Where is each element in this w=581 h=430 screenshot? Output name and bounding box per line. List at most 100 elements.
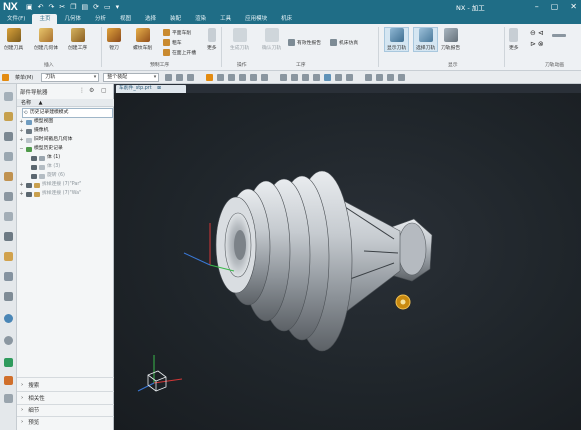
- minimize-icon[interactable]: –: [535, 2, 539, 11]
- tree-row[interactable]: − 模型历史记录: [19, 145, 62, 153]
- scope-select[interactable]: 整个装配: [103, 72, 160, 82]
- search-panel-header[interactable]: › 搜索: [21, 381, 39, 389]
- navigator-maximize-icon[interactable]: ▢: [101, 87, 107, 94]
- visibility-check-icon[interactable]: [31, 155, 37, 161]
- more-prefab-button[interactable]: 更多: [207, 28, 217, 51]
- document-tab[interactable]: 车削件_stp.prt ⊠: [116, 85, 186, 93]
- details-panel-header[interactable]: › 细节: [21, 406, 39, 414]
- tab-applications[interactable]: 应用模块: [238, 14, 274, 24]
- settings-icon[interactable]: [398, 73, 406, 81]
- wcs-icon[interactable]: [365, 73, 373, 81]
- validity-report-button[interactable]: 有效性报告: [288, 39, 321, 46]
- toolpath-report-button[interactable]: 刀轨报告: [441, 28, 460, 51]
- mid-point-icon[interactable]: [228, 73, 236, 81]
- pan-icon[interactable]: [313, 73, 321, 81]
- menu-button[interactable]: 菜单(M): [11, 74, 37, 81]
- navigator-column-header[interactable]: 名称 ▲: [17, 99, 114, 107]
- redo-icon[interactable]: ↷: [49, 3, 55, 11]
- tab-select[interactable]: 选择: [138, 14, 163, 24]
- tab-file[interactable]: 文件(F): [0, 14, 32, 24]
- view-fit-icon[interactable]: [280, 73, 288, 81]
- deselect-icon[interactable]: [187, 73, 195, 81]
- copy-icon[interactable]: ❐: [70, 3, 76, 11]
- select-all-icon[interactable]: [176, 73, 184, 81]
- navigator-menu-icon[interactable]: ⋮: [79, 87, 85, 94]
- generate-toolpath-button[interactable]: 生成刀轨: [230, 28, 249, 51]
- boring-button[interactable]: 镗刀: [107, 28, 121, 51]
- dependencies-panel-header[interactable]: › 相关性: [21, 394, 45, 402]
- operation-navigator-icon[interactable]: [4, 152, 13, 161]
- show-toolpath-button[interactable]: 显示刀轨: [384, 27, 410, 52]
- web-browser-icon[interactable]: [4, 252, 13, 261]
- system-materials-icon[interactable]: [4, 376, 13, 385]
- visibility-check-icon[interactable]: [31, 173, 37, 179]
- tree-row[interactable]: + 拆样连接 (7)"Par": [19, 181, 81, 189]
- dropdown-icon[interactable]: ▾: [116, 3, 120, 11]
- orient-view-icon[interactable]: [335, 73, 343, 81]
- window-switch-icon[interactable]: ▭: [104, 3, 111, 11]
- paste-icon[interactable]: ▤: [82, 3, 89, 11]
- process-studio-icon[interactable]: [4, 292, 13, 301]
- verify-toolpath-button[interactable]: 确认刀轨: [262, 28, 281, 51]
- palette-icon[interactable]: [4, 394, 13, 403]
- machining-feature-navigator-icon[interactable]: [4, 192, 13, 201]
- globe-icon[interactable]: [4, 314, 13, 323]
- tree-row[interactable]: + 摄像机: [19, 127, 48, 135]
- create-tool-button[interactable]: 创建刀具: [4, 28, 23, 51]
- rotate-icon[interactable]: [302, 73, 310, 81]
- center-point-icon[interactable]: [239, 73, 247, 81]
- mcs-marker[interactable]: [395, 294, 411, 310]
- reuse-library-icon[interactable]: [4, 212, 13, 221]
- history-icon[interactable]: [4, 272, 13, 281]
- shaded-view-icon[interactable]: [324, 73, 332, 81]
- tab-view[interactable]: 视图: [113, 14, 138, 24]
- tab-analysis[interactable]: 分析: [88, 14, 113, 24]
- tree-row[interactable]: 体 (3): [31, 163, 60, 171]
- thread-turning-button[interactable]: 螺纹车削: [133, 28, 152, 51]
- clock-icon[interactable]: [4, 336, 13, 345]
- repeat-command-icon[interactable]: ⟳: [93, 3, 99, 11]
- preview-panel-header[interactable]: › 预览: [21, 418, 39, 426]
- face-groove-button[interactable]: 在面上开槽: [163, 49, 196, 56]
- close-icon[interactable]: ✕: [570, 2, 577, 11]
- assembly-navigator-icon[interactable]: [4, 112, 13, 121]
- save-icon[interactable]: ▣: [26, 3, 33, 11]
- more-display-button[interactable]: 更多: [509, 28, 519, 51]
- visibility-check-icon[interactable]: [26, 182, 32, 188]
- maximize-icon[interactable]: ▢: [551, 2, 559, 11]
- rough-turning-button[interactable]: 粗车: [163, 39, 182, 46]
- machine-simulation-button[interactable]: 机床仿真: [330, 39, 358, 46]
- select-toolpath-button[interactable]: 选择刀轨: [413, 27, 439, 52]
- tree-row[interactable]: 旋转 (6): [31, 172, 65, 180]
- end-point-icon[interactable]: [217, 73, 225, 81]
- measure-icon[interactable]: [376, 73, 384, 81]
- tab-assembly[interactable]: 装配: [163, 14, 188, 24]
- type-filter-select[interactable]: 刀轨: [41, 72, 100, 82]
- tab-tools[interactable]: 工具: [213, 14, 238, 24]
- constraint-navigator-icon[interactable]: [4, 132, 13, 141]
- history-mode-row[interactable]: ⟲ 历史记录建模模式: [22, 108, 113, 118]
- intersection-icon[interactable]: [261, 73, 269, 81]
- filter-icon[interactable]: [165, 73, 173, 81]
- part-navigator-icon[interactable]: [4, 92, 13, 101]
- graphics-viewport[interactable]: [114, 93, 581, 430]
- face-turning-button[interactable]: 平面车削: [163, 29, 191, 36]
- undo-icon[interactable]: ↶: [38, 3, 44, 11]
- speed-slider[interactable]: [552, 34, 566, 37]
- tree-row[interactable]: + 旧时间戳后几何体: [19, 136, 72, 144]
- layer-icon[interactable]: [346, 73, 354, 81]
- tab-geometry[interactable]: 几何体: [57, 14, 88, 24]
- tab-machine[interactable]: 机床: [274, 14, 299, 24]
- tree-row[interactable]: + 模型视图: [19, 118, 53, 126]
- tree-row[interactable]: + 拆样连接 (7)"Wa": [19, 190, 81, 198]
- machine-tool-navigator-icon[interactable]: [4, 172, 13, 181]
- snap-point-icon[interactable]: [206, 73, 214, 81]
- zoom-icon[interactable]: [291, 73, 299, 81]
- hd3d-tools-icon[interactable]: [4, 232, 13, 241]
- anim-next-button[interactable]: ⊳ ⊗: [530, 40, 544, 48]
- quadrant-icon[interactable]: [250, 73, 258, 81]
- tab-render[interactable]: 渲染: [188, 14, 213, 24]
- section-icon[interactable]: [387, 73, 395, 81]
- tab-home[interactable]: 主页: [32, 14, 58, 24]
- tree-row[interactable]: 体 (1): [31, 154, 60, 162]
